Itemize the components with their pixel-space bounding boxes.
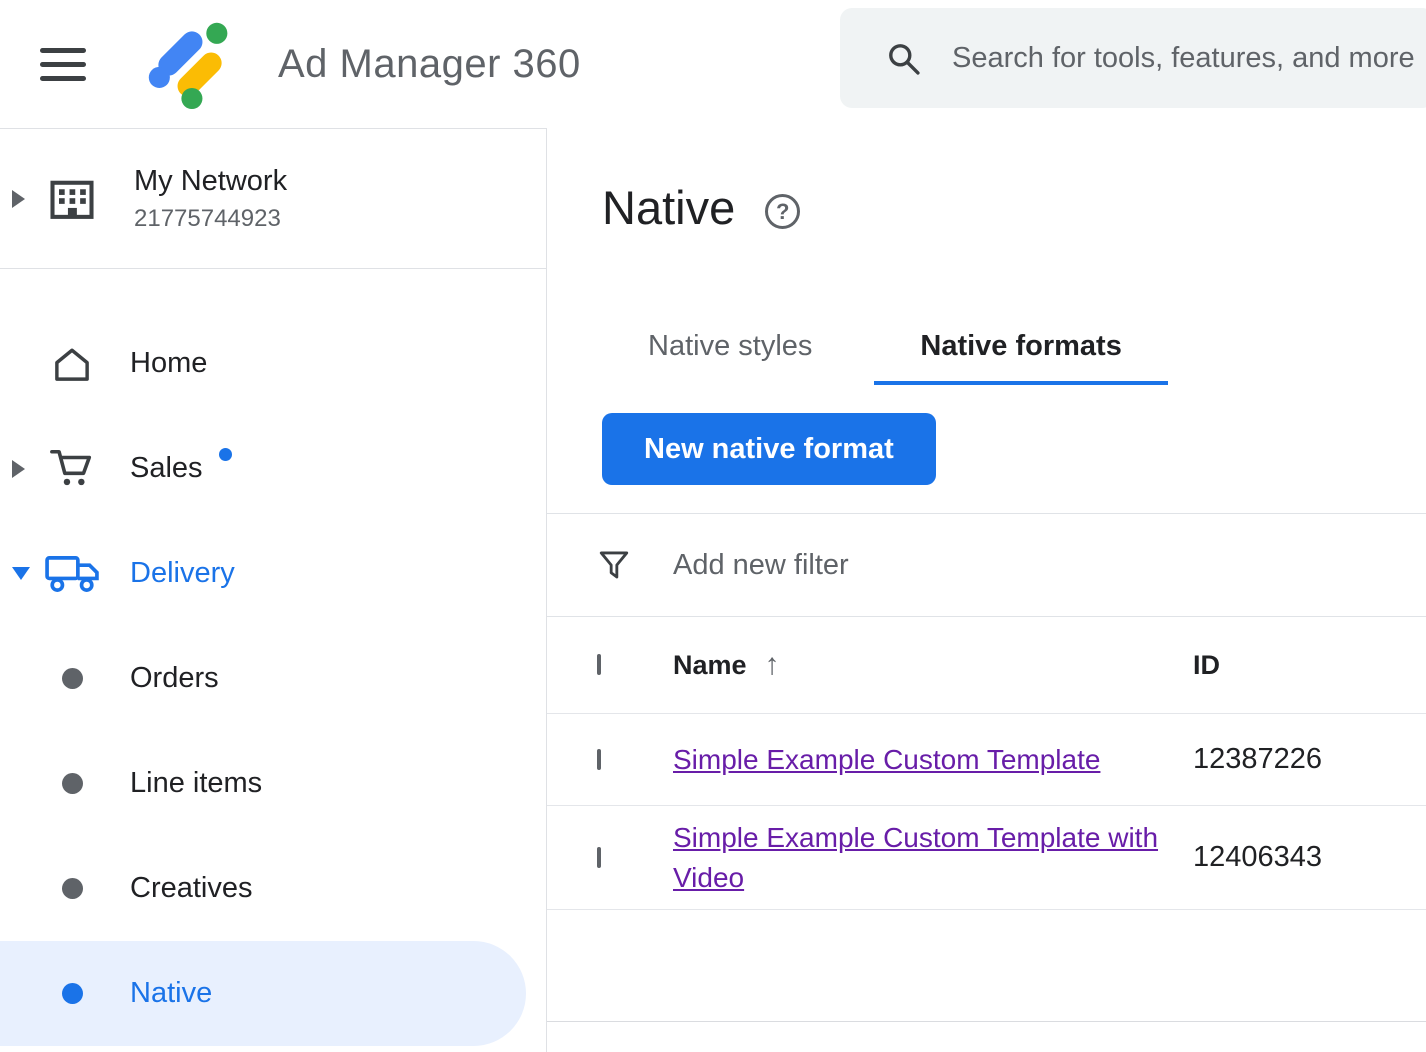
search-placeholder: Search for tools, features, and more [952, 42, 1415, 75]
filter-funnel-icon [597, 548, 631, 582]
bullet-icon [62, 773, 83, 794]
native-format-id: 12406343 [1193, 841, 1426, 874]
sidebar-item-label: Line items [130, 767, 262, 800]
table-row: Simple Example Custom Template 12387226 [547, 714, 1426, 806]
help-icon[interactable]: ? [765, 194, 800, 229]
main-content: Native ? Native styles Native formats Ne… [547, 128, 1426, 1052]
sidebar-item-creatives[interactable]: Creatives [0, 836, 546, 941]
native-format-link[interactable]: Simple Example Custom Template with Vide… [673, 822, 1158, 893]
row-checkbox[interactable] [597, 847, 601, 868]
search-icon [884, 39, 922, 77]
network-name: My Network [134, 165, 287, 198]
truck-icon [44, 552, 100, 596]
native-format-link[interactable]: Simple Example Custom Template [673, 744, 1100, 775]
header-checkbox[interactable] [597, 654, 601, 675]
sidebar-item-native[interactable]: Native [0, 941, 526, 1046]
new-native-format-button[interactable]: New native format [602, 413, 936, 485]
sidebar-item-delivery[interactable]: Delivery [0, 521, 546, 626]
chevron-right-icon [12, 190, 25, 208]
search-input[interactable]: Search for tools, features, and more [840, 8, 1426, 108]
table-row: Simple Example Custom Template with Vide… [547, 806, 1426, 910]
table-footer-spacer [547, 910, 1426, 1022]
row-checkbox[interactable] [597, 749, 601, 770]
filter-bar[interactable]: Add new filter [547, 513, 1426, 617]
column-header-name: Name [673, 650, 747, 681]
sidebar-item-label: Native [130, 977, 212, 1010]
tab-native-styles[interactable]: Native styles [602, 311, 858, 385]
menu-icon[interactable] [40, 48, 86, 81]
sidebar-item-label: Creatives [130, 872, 253, 905]
sidebar-item-label: Orders [130, 662, 219, 695]
sidebar-item-home[interactable]: Home [0, 311, 546, 416]
bullet-icon [62, 983, 83, 1004]
building-icon [46, 173, 98, 225]
cart-icon [49, 446, 95, 492]
bullet-icon [62, 668, 83, 689]
sidebar-item-orders[interactable]: Orders [0, 626, 546, 731]
network-id: 21775744923 [134, 205, 287, 233]
app-title: Ad Manager 360 [278, 42, 581, 87]
sort-ascending-icon[interactable]: ↑ [765, 648, 780, 682]
tab-native-formats[interactable]: Native formats [874, 311, 1167, 385]
top-bar: Ad Manager 360 Search for tools, feature… [0, 0, 1426, 128]
native-format-id: 12387226 [1193, 743, 1426, 776]
sidebar-nav: Home Sales [0, 269, 546, 1046]
chevron-right-icon [12, 460, 25, 478]
sidebar-item-sales[interactable]: Sales [0, 416, 546, 521]
sidebar-item-line-items[interactable]: Line items [0, 731, 546, 836]
sidebar: My Network 21775744923 Home [0, 128, 547, 1052]
sidebar-item-label: Home [130, 347, 207, 380]
bullet-icon [62, 878, 83, 899]
home-icon [50, 342, 94, 386]
table-header-row: Name ↑ ID [547, 617, 1426, 714]
filter-placeholder: Add new filter [673, 549, 849, 582]
tab-bar: Native styles Native formats [602, 311, 1426, 385]
page-title: Native [602, 180, 735, 235]
sidebar-item-label: Sales [130, 452, 203, 485]
network-selector[interactable]: My Network 21775744923 [0, 129, 546, 269]
ad-manager-logo-icon [144, 16, 236, 112]
chevron-down-icon [12, 567, 30, 580]
notification-dot [219, 448, 232, 461]
sidebar-item-label: Delivery [130, 557, 235, 590]
column-header-id: ID [1193, 650, 1426, 681]
